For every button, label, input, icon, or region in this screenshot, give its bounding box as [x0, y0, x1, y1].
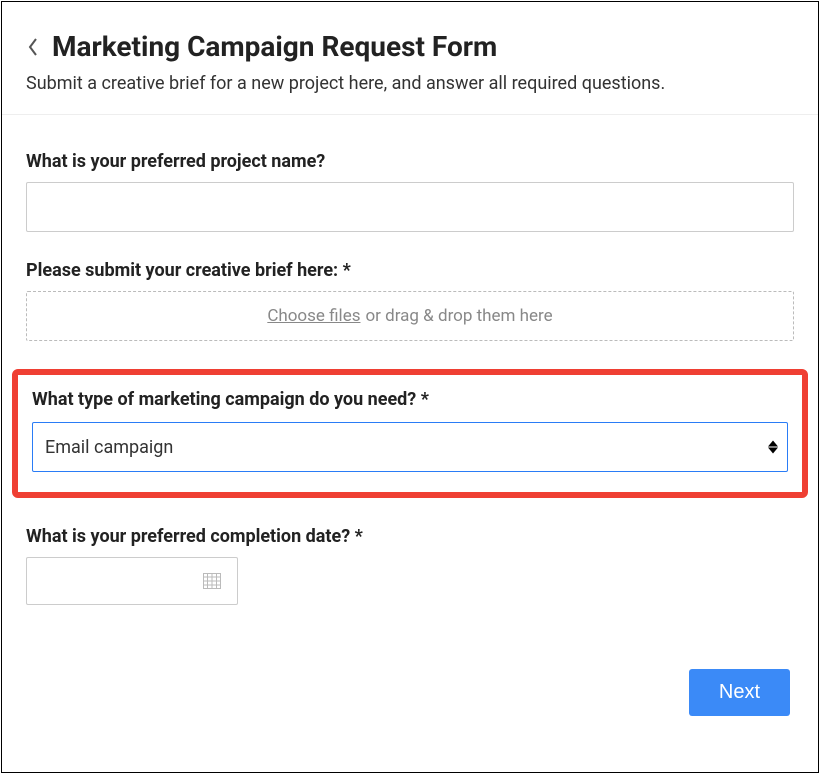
project-name-label: What is your preferred project name?: [26, 151, 794, 172]
campaign-type-label: What type of marketing campaign do you n…: [32, 389, 788, 410]
drop-text: or drag & drop them here: [365, 306, 552, 326]
page-title: Marketing Campaign Request Form: [52, 30, 497, 63]
campaign-type-highlight: What type of marketing campaign do you n…: [12, 369, 808, 498]
next-button[interactable]: Next: [689, 669, 790, 716]
completion-date-input[interactable]: [26, 557, 238, 605]
campaign-type-selected-value: Email campaign: [45, 437, 173, 458]
project-name-group: What is your preferred project name?: [26, 151, 794, 232]
choose-files-link[interactable]: Choose files: [267, 306, 360, 326]
campaign-type-select[interactable]: Email campaign: [32, 422, 788, 472]
completion-date-group: What is your preferred completion date? …: [26, 526, 794, 605]
project-name-input[interactable]: [26, 182, 794, 232]
calendar-icon: [203, 573, 221, 589]
creative-brief-label: Please submit your creative brief here: …: [26, 260, 794, 281]
creative-brief-group: Please submit your creative brief here: …: [26, 260, 794, 341]
file-dropzone[interactable]: Choose files or drag & drop them here: [26, 291, 794, 341]
page-subtitle: Submit a creative brief for a new projec…: [26, 71, 794, 96]
form-header: Marketing Campaign Request Form Submit a…: [2, 2, 818, 115]
completion-date-label: What is your preferred completion date? …: [26, 526, 794, 547]
back-chevron-icon[interactable]: [26, 36, 40, 58]
